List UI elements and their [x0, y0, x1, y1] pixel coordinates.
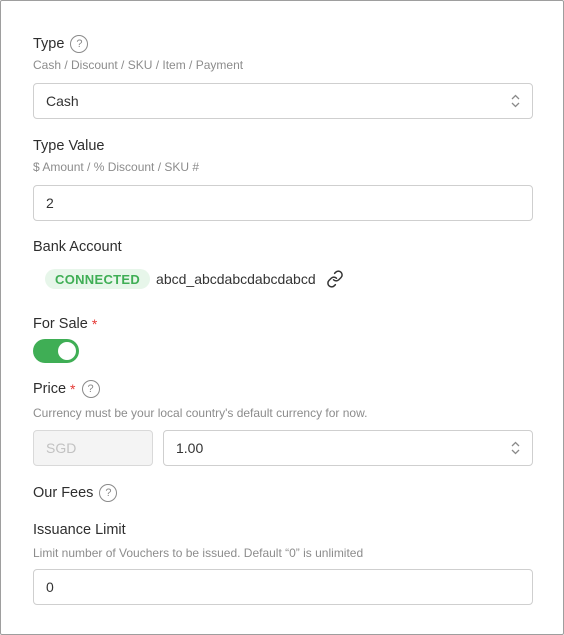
issuance-limit-field-group: Issuance Limit Limit number of Vouchers …: [33, 520, 533, 560]
type-label: Type: [33, 36, 65, 52]
link-icon[interactable]: [326, 270, 344, 288]
price-input-value: 1.00: [176, 440, 204, 456]
type-value-input[interactable]: 2: [33, 185, 533, 221]
issuance-limit-input-value: 0: [46, 579, 54, 595]
our-fees-field-group: Our Fees ?: [33, 483, 533, 503]
bank-account-row: CONNECTED abcd_abcdabcdabcdabcd: [45, 269, 545, 289]
issuance-limit-label: Issuance Limit: [33, 522, 126, 538]
price-input[interactable]: 1.00: [163, 430, 533, 466]
bank-account-label: Bank Account: [33, 239, 122, 255]
currency-input: SGD: [33, 430, 153, 466]
bank-account-id: abcd_abcdabcdabcdabcd: [156, 271, 316, 287]
price-label: Price: [33, 381, 67, 397]
voucher-form-panel: Type ? Cash / Discount / SKU / Item / Pa…: [0, 0, 564, 635]
help-icon[interactable]: ?: [70, 35, 89, 53]
help-icon[interactable]: ?: [81, 380, 100, 398]
select-chevrons-icon: [511, 94, 520, 108]
type-value-label: Type Value: [33, 138, 105, 154]
required-marker: *: [91, 316, 98, 332]
type-hint: Cash / Discount / SKU / Item / Payment: [33, 58, 244, 72]
type-value-hint: $ Amount / % Discount / SKU #: [33, 160, 200, 174]
bank-account-field-group: Bank Account: [33, 237, 533, 257]
issuance-limit-input[interactable]: 0: [33, 569, 533, 605]
toggle-knob: [58, 342, 76, 360]
type-field-group: Type ? Cash / Discount / SKU / Item / Pa…: [33, 34, 533, 72]
price-hint: Currency must be your local country's de…: [33, 406, 368, 420]
price-field-group: Price * ? Currency must be your local co…: [33, 379, 533, 420]
our-fees-label: Our Fees: [33, 485, 94, 501]
issuance-limit-hint: Limit number of Vouchers to be issued. D…: [33, 546, 364, 560]
help-icon[interactable]: ?: [99, 484, 118, 502]
type-select[interactable]: Cash: [33, 83, 533, 119]
type-value-field-group: Type Value $ Amount / % Discount / SKU #: [33, 136, 533, 174]
number-stepper-icon[interactable]: [511, 441, 520, 455]
currency-value: SGD: [46, 440, 77, 456]
type-select-value: Cash: [46, 93, 79, 109]
for-sale-label: For Sale: [33, 316, 88, 332]
required-marker: *: [70, 381, 76, 397]
type-value-input-value: 2: [46, 195, 54, 211]
for-sale-field-group: For Sale *: [33, 314, 533, 334]
for-sale-toggle[interactable]: [33, 339, 79, 363]
connected-status-badge: CONNECTED: [45, 269, 151, 289]
